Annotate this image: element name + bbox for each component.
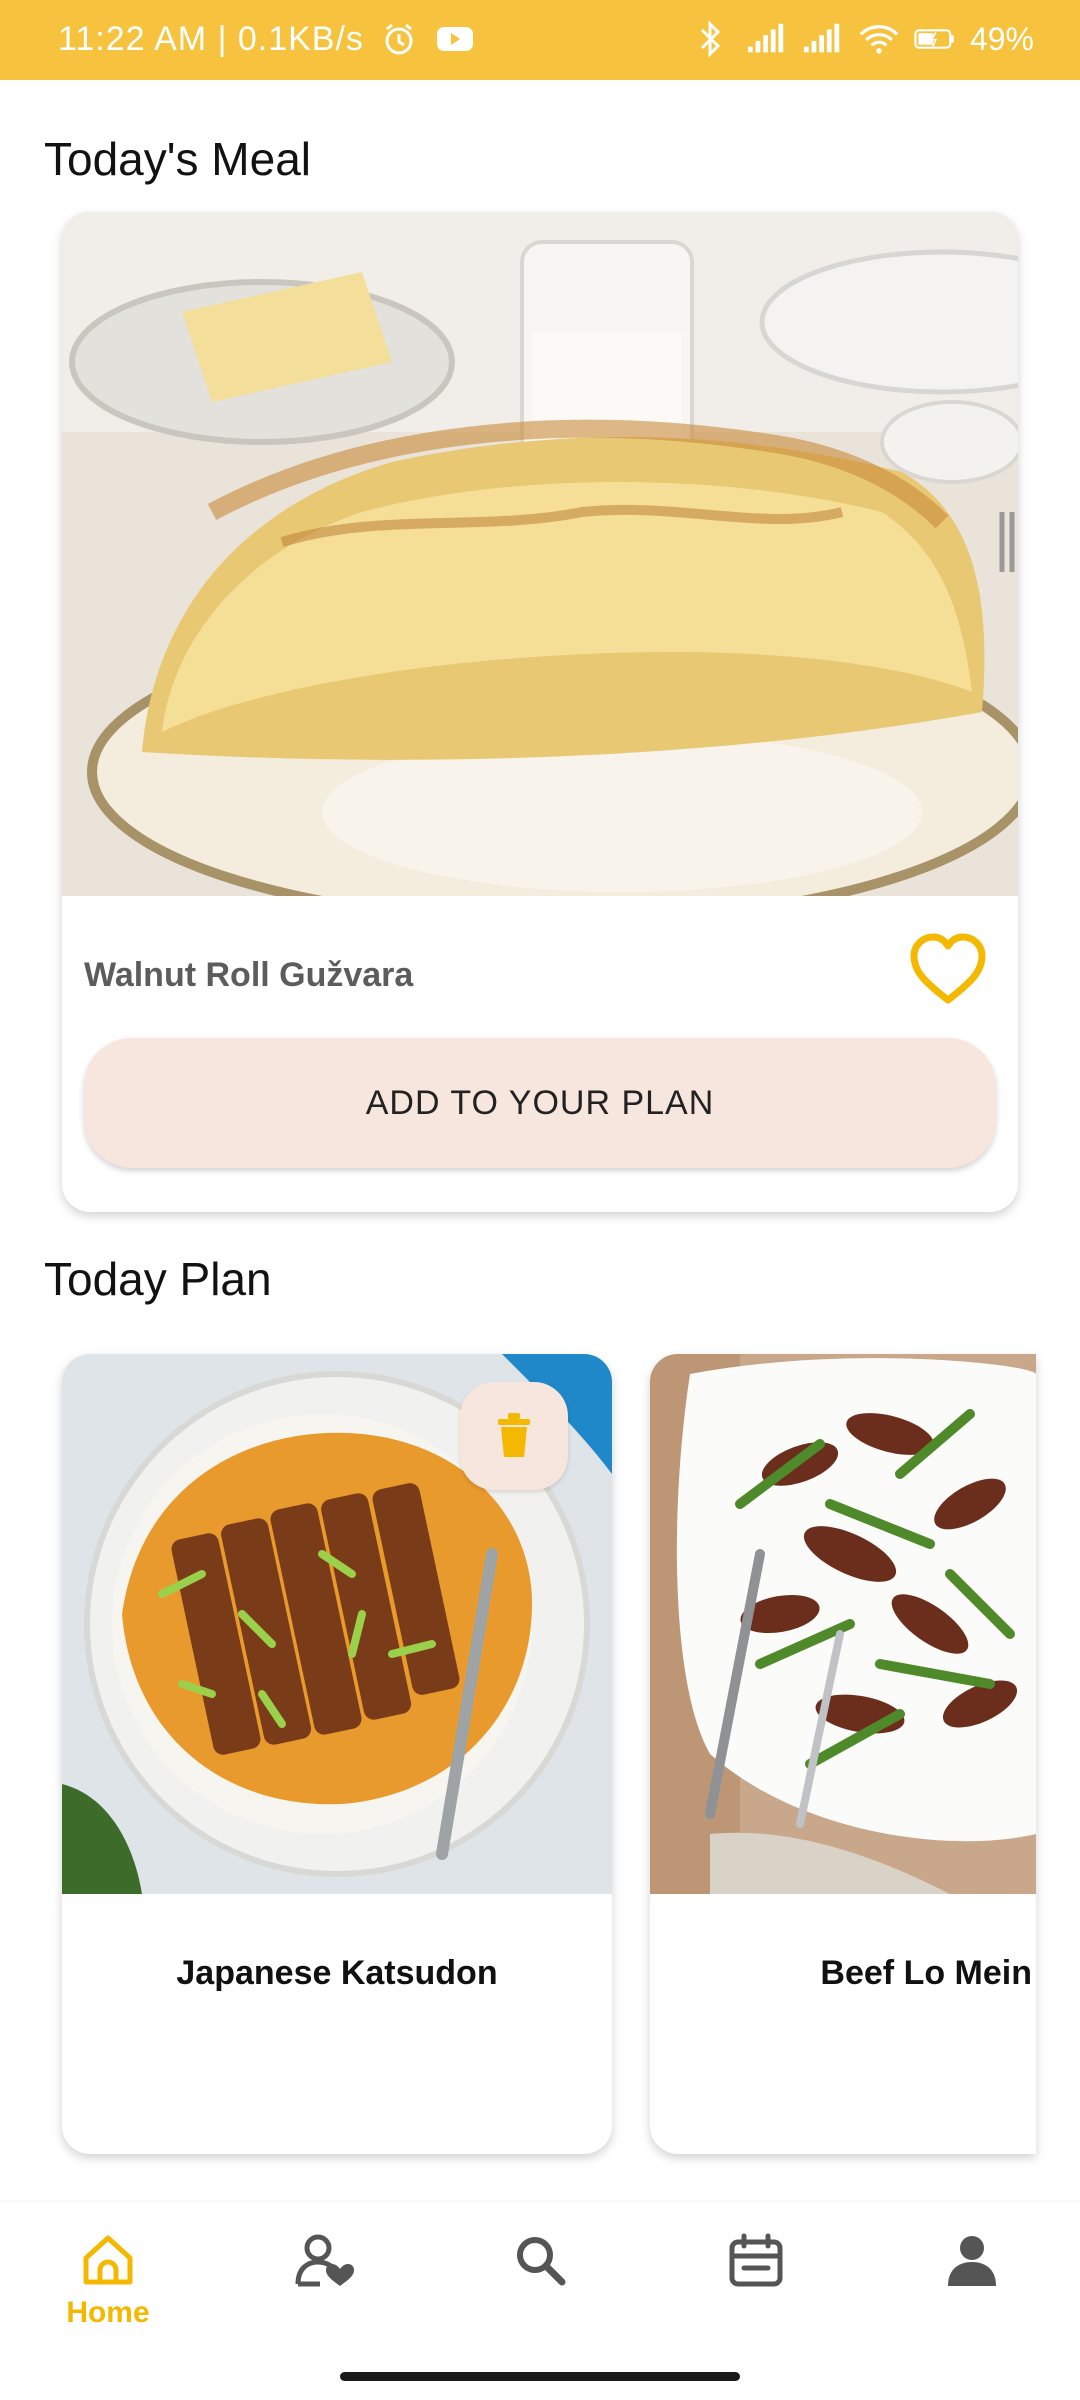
today-plan-heading: Today Plan — [44, 1253, 272, 1305]
home-icon — [83, 2235, 133, 2285]
bottom-navigation: Home — [0, 2202, 1080, 2342]
trash-icon — [498, 1413, 530, 1457]
battery-icon — [914, 18, 956, 60]
nav-favorites[interactable] — [254, 2230, 394, 2340]
heart-icon[interactable] — [906, 928, 990, 1012]
search-icon — [517, 2237, 566, 2286]
nav-home-label: Home — [66, 2296, 150, 2329]
delete-plan-button[interactable] — [460, 1382, 568, 1490]
plan-card-beef-lo-mein[interactable]: Beef Lo Mein — [650, 1354, 1036, 2154]
nav-search[interactable] — [470, 2230, 610, 2340]
status-bar: 11:22 AM | 0.1KB/s 49% — [0, 0, 1080, 80]
favorites-user-icon — [295, 2234, 354, 2287]
home-indicator[interactable] — [340, 2372, 740, 2381]
alarm-icon — [378, 18, 420, 60]
wifi-icon — [858, 18, 900, 60]
calendar-icon — [729, 2233, 783, 2287]
nav-home[interactable]: Home — [38, 2230, 178, 2340]
todays-meal-heading: Today's Meal — [44, 133, 312, 185]
nav-profile[interactable] — [902, 2230, 1042, 2340]
profile-icon — [948, 2236, 996, 2286]
signal-icon-2 — [802, 18, 844, 60]
youtube-icon — [434, 18, 476, 60]
meal-photo — [62, 212, 1018, 896]
plan-item-name: Japanese Katsudon — [176, 1954, 498, 1992]
plan-card-katsudon[interactable]: Japanese Katsudon — [62, 1354, 612, 2154]
meal-title: Walnut Roll Gužvara — [84, 956, 414, 994]
todays-meal-card[interactable]: Walnut Roll Gužvara ADD TO YOUR PLAN — [62, 212, 1018, 1212]
beef-lo-mein-photo — [650, 1354, 1036, 1894]
add-to-plan-button[interactable]: ADD TO YOUR PLAN — [84, 1038, 996, 1168]
status-time: 11:22 AM | 0.1KB/s — [58, 19, 364, 58]
nav-calendar[interactable] — [686, 2230, 826, 2340]
battery-percent: 49% — [969, 20, 1034, 57]
plan-item-name: Beef Lo Mein — [820, 1954, 1032, 1992]
bluetooth-icon — [690, 18, 732, 60]
signal-icon — [746, 18, 788, 60]
